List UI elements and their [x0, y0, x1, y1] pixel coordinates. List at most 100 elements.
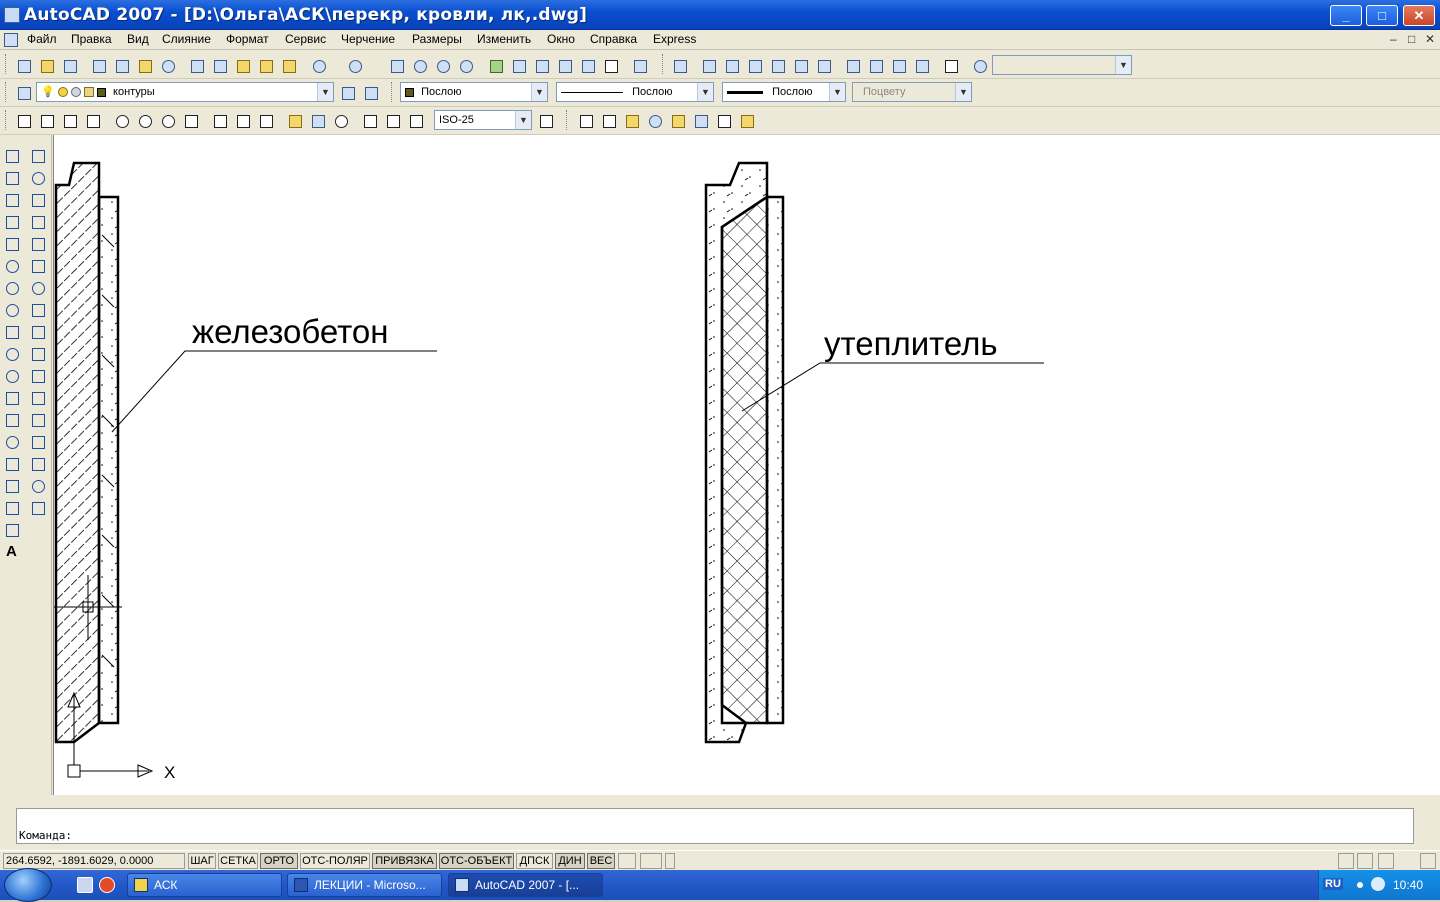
ellipse-icon[interactable]: [3, 345, 21, 363]
copy-icon[interactable]: [210, 56, 228, 74]
menu-edit[interactable]: Правка: [71, 32, 112, 46]
otrack-toggle[interactable]: ОТС-ОБЪЕКТ: [439, 853, 514, 869]
stretch-icon[interactable]: [29, 323, 47, 341]
diameter-dimension-icon[interactable]: [158, 111, 176, 129]
jogged-dimension-icon[interactable]: [135, 111, 153, 129]
region-icon[interactable]: [3, 499, 21, 517]
spline-icon[interactable]: [3, 323, 21, 341]
quick-leader-icon[interactable]: [285, 111, 303, 129]
close-button[interactable]: ✕: [1403, 5, 1435, 26]
chevron-down-icon[interactable]: ▼: [829, 83, 845, 101]
osnap-toggle[interactable]: ПРИВЯЗКА: [372, 853, 437, 869]
dimension-edit-icon[interactable]: [360, 111, 378, 129]
menu-view[interactable]: Вид: [127, 32, 149, 46]
menu-dimension[interactable]: Размеры: [412, 32, 462, 46]
toolbar-grip[interactable]: [391, 82, 394, 102]
edit-text-icon[interactable]: [622, 111, 640, 129]
status-menu-icon[interactable]: [665, 853, 675, 869]
task-autocad[interactable]: AutoCAD 2007 - [...: [448, 873, 603, 897]
polyline-icon[interactable]: [3, 191, 21, 209]
layer-previous-icon[interactable]: [361, 83, 379, 101]
named-views-icon[interactable]: [670, 56, 688, 74]
document-icon[interactable]: [4, 33, 18, 47]
dimstyle-combo[interactable]: ISO-25 ▼: [434, 110, 532, 130]
quicklaunch-desktop-icon[interactable]: [77, 877, 93, 893]
continue-dimension-icon[interactable]: [256, 111, 274, 129]
right-view-icon[interactable]: [768, 56, 786, 74]
redo-icon[interactable]: [345, 56, 363, 74]
left-view-icon[interactable]: [745, 56, 763, 74]
revision-cloud-icon[interactable]: [3, 301, 21, 319]
chevron-down-icon[interactable]: ▼: [531, 83, 547, 101]
rectangle-icon[interactable]: [3, 235, 21, 253]
menu-file[interactable]: Файл: [27, 32, 57, 46]
ucs-icon[interactable]: [970, 56, 988, 74]
doc-minimize-button[interactable]: –: [1390, 32, 1397, 46]
ducs-toggle[interactable]: ДПСК: [516, 853, 553, 869]
task-word-lectures[interactable]: ЛЕКЦИИ - Microso...: [287, 873, 442, 897]
ellipse-arc-icon[interactable]: [3, 367, 21, 385]
tray-dot-icon[interactable]: [1357, 882, 1363, 888]
angular-dimension-icon[interactable]: [181, 111, 199, 129]
make-block-icon[interactable]: [3, 411, 21, 429]
fillet-icon[interactable]: [29, 477, 47, 495]
dimension-style-icon[interactable]: [536, 111, 554, 129]
annotation-icon[interactable]: [1378, 853, 1394, 869]
linear-dimension-icon[interactable]: [14, 111, 32, 129]
front-view-icon[interactable]: [791, 56, 809, 74]
zoom-window-icon[interactable]: [433, 56, 451, 74]
title-bar[interactable]: AutoCAD 2007 - [D:\Ольга\АСК\перекр, кро…: [0, 0, 1440, 30]
dimension-text-edit-icon[interactable]: [383, 111, 401, 129]
erase-icon[interactable]: [29, 147, 47, 165]
trim-icon[interactable]: [29, 345, 47, 363]
back-view-icon[interactable]: [814, 56, 832, 74]
toolbar-grip[interactable]: [5, 110, 8, 130]
menu-merge[interactable]: Слияние: [162, 32, 211, 46]
zoom-realtime-icon[interactable]: [410, 56, 428, 74]
coordinates-readout[interactable]: 264.6592, -1891.6029, 0.0000: [3, 853, 185, 869]
toolbar-grip[interactable]: [5, 82, 8, 102]
start-button[interactable]: [4, 868, 52, 902]
open-icon[interactable]: [37, 56, 55, 74]
top-view-icon[interactable]: [699, 56, 717, 74]
label-concrete[interactable]: железобетон: [192, 313, 388, 350]
table-icon[interactable]: [3, 521, 21, 539]
quick-dimension-icon[interactable]: [210, 111, 228, 129]
paste-icon[interactable]: [233, 56, 251, 74]
markup-icon[interactable]: [578, 56, 596, 74]
circle-icon[interactable]: [3, 279, 21, 297]
toolbar-grip[interactable]: [5, 54, 8, 74]
array-icon[interactable]: [29, 235, 47, 253]
nw-iso-view-icon[interactable]: [912, 56, 930, 74]
aligned-dimension-icon[interactable]: [37, 111, 55, 129]
multiline-text-icon[interactable]: [576, 111, 594, 129]
chevron-down-icon[interactable]: ▼: [697, 83, 713, 101]
clean-screen-icon[interactable]: [1420, 853, 1436, 869]
snap-toggle[interactable]: ШАГ: [188, 853, 216, 869]
language-indicator[interactable]: RU: [1323, 878, 1343, 890]
polar-toggle[interactable]: ОТС-ПОЛЯР: [300, 853, 370, 869]
maximize-button[interactable]: □: [1366, 5, 1398, 26]
copy-object-icon[interactable]: [29, 169, 47, 187]
clock[interactable]: 10:40: [1393, 878, 1423, 892]
center-mark-icon[interactable]: [331, 111, 349, 129]
arc-length-icon[interactable]: [60, 111, 78, 129]
menu-express[interactable]: Express: [653, 32, 696, 46]
construction-line-icon[interactable]: [3, 169, 21, 187]
chevron-down-icon[interactable]: ▼: [955, 83, 971, 101]
lwt-toggle[interactable]: ВЕС: [587, 853, 615, 869]
autocad-app-icon[interactable]: [4, 7, 20, 23]
insert-block-icon[interactable]: [3, 389, 21, 407]
calculator-icon[interactable]: [601, 56, 619, 74]
scale-text-icon[interactable]: [691, 111, 709, 129]
minimize-button[interactable]: _: [1330, 5, 1362, 26]
right-wall-panel[interactable]: [704, 161, 785, 744]
toolbar-grip[interactable]: [566, 110, 569, 130]
chevron-down-icon[interactable]: ▼: [1115, 56, 1131, 74]
publish-icon[interactable]: [135, 56, 153, 74]
gradient-icon[interactable]: [3, 477, 21, 495]
move-icon[interactable]: [29, 257, 47, 275]
plot-preview-icon[interactable]: [112, 56, 130, 74]
maximize-viewport-icon[interactable]: [640, 853, 662, 869]
lineweight-combo[interactable]: Послою ▼: [722, 82, 846, 102]
